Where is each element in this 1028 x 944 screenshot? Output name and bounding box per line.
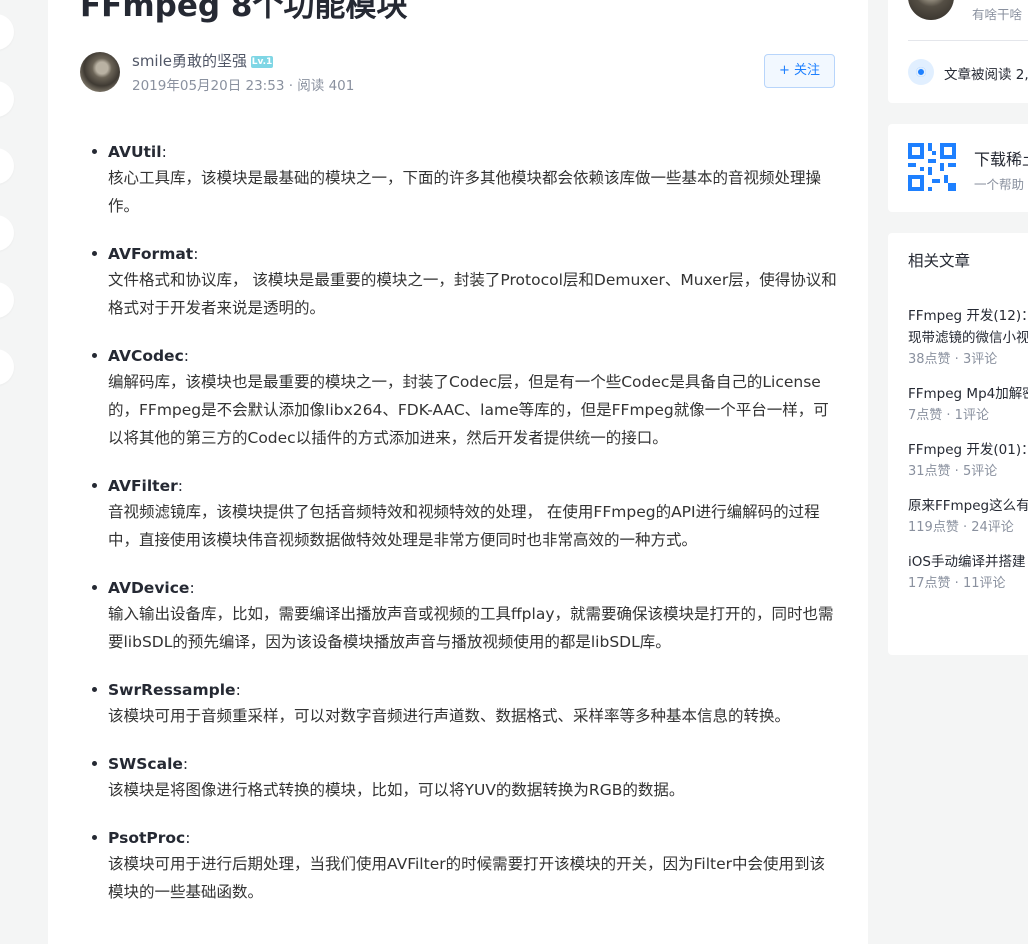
module-item: AVFormat: 文件格式和协议库， 该模块是最重要的模块之一，封装了Proto… [92,242,838,322]
bullet-icon [92,251,97,256]
article-card: FFmpeg 8个功能模块 smile勇敢的坚强 Lv.1 2019年05月20日… [48,0,868,944]
level-badge: Lv.1 [251,56,273,68]
bullet-icon [92,149,97,154]
like-button[interactable] [0,14,14,50]
author-avatar[interactable] [80,52,120,92]
module-name: AVUtil [108,143,162,161]
read-count-text: 文章被阅读 2, [944,67,1028,83]
eye-icon [908,59,934,85]
module-colon: : [177,477,183,495]
app-download-title: 下载稀土 [974,150,1028,169]
more-button[interactable] [0,349,14,385]
module-item: AVCodec: 编解码库，该模块也是最重要的模块之一，封装了Codec层，但是有… [92,344,838,452]
module-colon: : [183,347,189,365]
share-button[interactable] [0,215,14,251]
article-meta: 2019年05月20日 23:53 · 阅读 401 [132,78,355,94]
module-colon: : [193,245,199,263]
module-colon: : [161,143,167,161]
author-sidebar-card: 有啥干啥 文章被阅读 2, [888,0,1028,103]
bullet-icon [92,687,97,692]
related-article-stats: 31点赞 · 5评论 [908,464,998,479]
bullet-icon [92,835,97,840]
author-info: smile勇敢的坚强 Lv.1 [132,50,273,71]
module-description: 该模块是将图像进行格式转换的模块，比如，可以将YUV的数据转换为RGB的数据。 [108,781,685,799]
related-article-title[interactable]: iOS手动编译并搭建 [908,551,1028,573]
follow-button[interactable]: + 关注 [764,54,835,88]
module-description: 编解码库，该模块也是最重要的模块之一，封装了Codec层，但是有一个些Codec… [108,373,829,447]
article-content: AVUtil: 核心工具库，该模块是最基础的模块之一，下面的许多其他模块都会依赖该… [92,140,838,928]
related-article-title[interactable]: FFmpeg 开发(01)： [908,439,1028,461]
related-article-title[interactable]: FFmpeg 开发(12)： [908,305,1028,327]
module-name: SwrRessample [108,681,236,699]
sidebar-author-avatar[interactable] [908,0,954,20]
related-article-item[interactable]: FFmpeg Mp4加解密 7点赞 · 1评论 [908,383,1028,427]
module-description: 该模块可用于进行后期处理，当我们使用AVFilter的时候需要打开该模块的开关，… [108,855,825,901]
related-article-title[interactable]: 原来FFmpeg这么有 [908,495,1028,517]
module-description: 输入输出设备库，比如，需要编译出播放声音或视频的工具ffplay，就需要确保该模… [108,605,834,651]
bullet-icon [92,761,97,766]
module-colon: : [185,829,191,847]
related-articles-list: FFmpeg 开发(12)： 现带滤镜的微信小视 38点赞 · 3评论 FFmp… [908,305,1028,607]
related-articles-card: 相关文章 FFmpeg 开发(12)： 现带滤镜的微信小视 38点赞 · 3评论… [888,233,1028,655]
module-description: 核心工具库，该模块是最基础的模块之一，下面的许多其他模块都会依赖该库做一些基本的… [108,169,822,215]
module-item: SwrRessample: 该模块可用于音频重采样，可以对数字音频进行声道数、数据… [92,678,838,730]
module-name: AVDevice [108,579,190,597]
related-article-stats: 17点赞 · 11评论 [908,576,1006,591]
related-articles-header: 相关文章 [908,252,971,270]
module-item: SWScale: 该模块是将图像进行格式转换的模块，比如，可以将YUV的数据转换为… [92,752,838,804]
bullet-icon [92,585,97,590]
module-item: AVUtil: 核心工具库，该模块是最基础的模块之一，下面的许多其他模块都会依赖该… [92,140,838,220]
report-button[interactable] [0,282,14,318]
related-article-stats: 119点赞 · 24评论 [908,520,1014,535]
collect-button[interactable] [0,148,14,184]
module-name: AVFilter [108,477,178,495]
comment-button[interactable] [0,81,14,117]
related-article-stats: 38点赞 · 3评论 [908,352,998,367]
app-download-subtitle: 一个帮助 [974,177,1025,192]
module-name: AVCodec [108,347,184,365]
related-article-item[interactable]: iOS手动编译并搭建 17点赞 · 11评论 [908,551,1028,595]
qr-code-icon [908,143,956,191]
article-title: FFmpeg 8个功能模块 [80,0,408,24]
bullet-icon [92,353,97,358]
related-article-stats: 7点赞 · 1评论 [908,408,989,423]
module-colon: : [182,755,189,773]
divider [908,40,1028,41]
author-name[interactable]: smile勇敢的坚强 [132,52,247,70]
module-item: AVFilter: 音视频滤镜库，该模块提供了包括音频特效和视频特效的处理， 在使… [92,474,838,554]
module-colon: : [235,681,241,699]
related-article-item[interactable]: FFmpeg 开发(12)： 现带滤镜的微信小视 38点赞 · 3评论 [908,305,1028,371]
module-name: AVFormat [108,245,194,263]
module-name: SWScale [108,755,183,773]
app-download-card[interactable]: 下载稀土 一个帮助 [888,124,1028,212]
author-tagline: 有啥干啥 [972,7,1023,22]
related-article-title[interactable]: FFmpeg Mp4加解密 [908,383,1028,405]
module-description: 该模块可用于音频重采样，可以对数字音频进行声道数、数据格式、采样率等多种基本信息… [108,707,791,725]
floating-action-bar [0,14,14,416]
module-item: AVDevice: 输入输出设备库，比如，需要编译出播放声音或视频的工具ffpla… [92,576,838,656]
bullet-icon [92,483,97,488]
module-item: PsotProc: 该模块可用于进行后期处理，当我们使用AVFilter的时候需要… [92,826,838,906]
module-description: 音视频滤镜库，该模块提供了包括音频特效和视频特效的处理， 在使用FFmpeg的A… [108,503,820,549]
module-name: PsotProc [108,829,186,847]
module-description: 文件格式和协议库， 该模块是最重要的模块之一，封装了Protocol层和Demu… [108,271,837,317]
related-article-item[interactable]: 原来FFmpeg这么有 119点赞 · 24评论 [908,495,1028,539]
related-article-title-line2[interactable]: 现带滤镜的微信小视 [908,327,1028,349]
related-article-item[interactable]: FFmpeg 开发(01)： 31点赞 · 5评论 [908,439,1028,483]
module-colon: : [189,579,195,597]
